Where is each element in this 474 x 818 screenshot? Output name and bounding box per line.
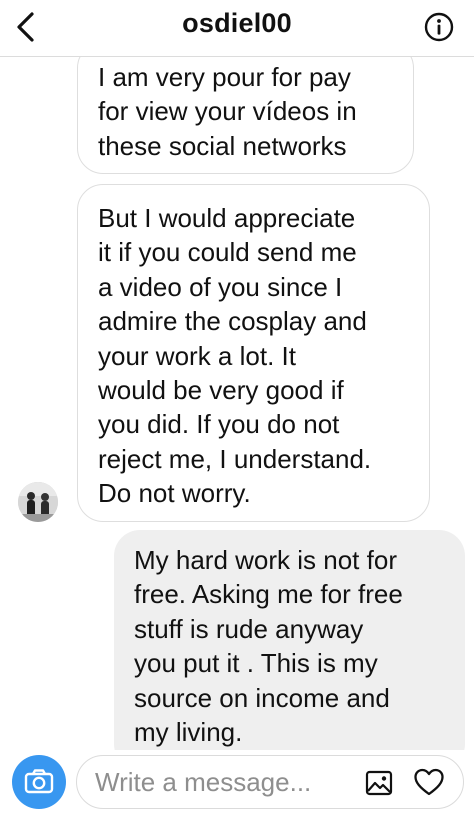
incoming-message-bubble[interactable]: But I would appreciate it if you could s… (77, 184, 430, 522)
message-input[interactable] (95, 766, 345, 798)
camera-button[interactable] (12, 755, 66, 809)
message-thread[interactable]: I am very pour for pay for view your víd… (0, 56, 474, 750)
heart-icon (414, 768, 444, 796)
image-gallery-icon (365, 770, 393, 796)
conversation-title[interactable]: osdiel00 (0, 8, 474, 39)
gallery-button[interactable] (364, 768, 394, 798)
sender-avatar[interactable] (18, 482, 58, 522)
chat-header: osdiel00 (0, 0, 474, 57)
avatar-photo (18, 482, 58, 522)
like-button[interactable] (413, 767, 445, 797)
message-input-container (76, 755, 464, 809)
incoming-message-bubble[interactable]: I am very pour for pay for view your víd… (77, 56, 414, 174)
outgoing-message-bubble[interactable]: My hard work is not for free. Asking me … (114, 530, 465, 750)
message-composer (0, 750, 474, 818)
info-circle-icon (424, 12, 454, 42)
info-button[interactable] (424, 12, 454, 42)
camera-icon (24, 769, 54, 794)
